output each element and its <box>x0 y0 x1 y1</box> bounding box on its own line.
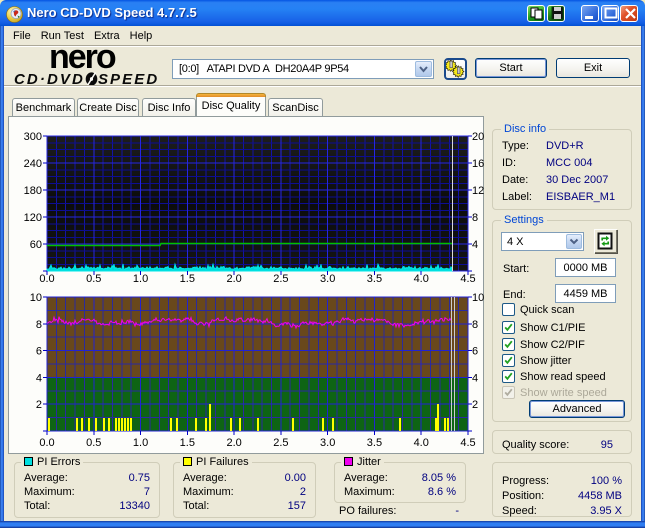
svg-text:180: 180 <box>24 185 42 197</box>
svg-text:4.0: 4.0 <box>414 437 429 449</box>
svg-text:1.5: 1.5 <box>180 437 195 449</box>
svg-text:20: 20 <box>472 131 484 143</box>
svg-text:60: 60 <box>30 239 42 251</box>
svg-text:2.5: 2.5 <box>273 437 288 449</box>
svg-text:6: 6 <box>36 346 42 358</box>
svg-text:3.0: 3.0 <box>320 437 335 449</box>
svg-text:4.5: 4.5 <box>460 437 475 449</box>
svg-text:300: 300 <box>24 131 42 143</box>
svg-text:12: 12 <box>472 185 484 197</box>
svg-text:16: 16 <box>472 158 484 170</box>
svg-text:2: 2 <box>36 399 42 411</box>
svg-text:4: 4 <box>472 372 478 384</box>
svg-text:120: 120 <box>24 212 42 224</box>
svg-text:8: 8 <box>472 319 478 331</box>
svg-text:8: 8 <box>472 212 478 224</box>
svg-text:10: 10 <box>472 292 484 304</box>
svg-text:6: 6 <box>472 346 478 358</box>
svg-text:0.0: 0.0 <box>39 437 54 449</box>
svg-text:4: 4 <box>472 239 478 251</box>
svg-text:4: 4 <box>36 372 42 384</box>
svg-text:2: 2 <box>472 399 478 411</box>
svg-text:1.0: 1.0 <box>133 437 148 449</box>
svg-text:2.0: 2.0 <box>226 437 241 449</box>
svg-text:0.5: 0.5 <box>86 437 101 449</box>
svg-text:8: 8 <box>36 319 42 331</box>
svg-text:240: 240 <box>24 158 42 170</box>
svg-text:3.5: 3.5 <box>367 437 382 449</box>
svg-text:10: 10 <box>30 292 42 304</box>
